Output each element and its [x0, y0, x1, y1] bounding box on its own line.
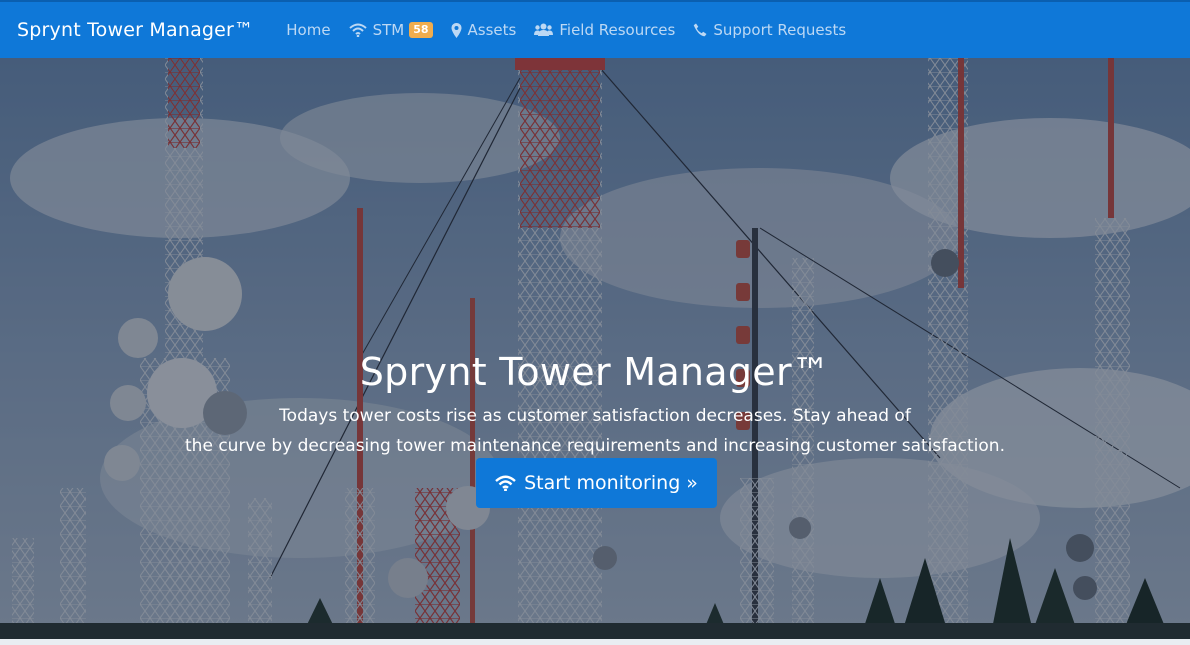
hero-description-line-2: the curve by decreasing tower maintenanc…: [185, 436, 1005, 456]
start-monitoring-label: Start monitoring »: [524, 472, 698, 494]
users-icon: [534, 23, 554, 36]
nav-home-label: Home: [286, 21, 331, 39]
map-marker-icon: [451, 22, 462, 38]
nav-assets-label: Assets: [467, 21, 517, 39]
main-nav: Home STM 58 Assets Field Resources Suppo…: [277, 21, 855, 39]
nav-home[interactable]: Home: [277, 21, 339, 39]
nav-assets[interactable]: Assets: [442, 21, 526, 39]
nav-stm-label: STM: [372, 21, 405, 39]
nav-support-requests[interactable]: Support Requests: [684, 21, 855, 39]
nav-support-requests-label: Support Requests: [713, 21, 847, 39]
brand-logo[interactable]: Sprynt Tower Manager™: [17, 19, 253, 41]
stm-count-badge: 58: [409, 22, 433, 38]
nav-field-resources-label: Field Resources: [559, 21, 676, 39]
phone-icon: [694, 23, 707, 37]
wifi-icon: [495, 475, 516, 491]
top-navbar: Sprynt Tower Manager™ Home STM 58 Assets: [0, 0, 1190, 58]
start-monitoring-button[interactable]: Start monitoring »: [476, 458, 717, 508]
page-bottom-strip: [0, 639, 1190, 645]
nav-stm[interactable]: STM 58: [340, 21, 442, 39]
hero-description-line-1: Todays tower costs rise as customer sati…: [279, 406, 911, 426]
hero-description: Todays tower costs rise as customer sati…: [180, 401, 1010, 461]
wifi-icon: [348, 23, 367, 37]
nav-field-resources[interactable]: Field Resources: [525, 21, 684, 39]
hero-dark-overlay: [0, 58, 1190, 639]
hero-banner: Sprynt Tower Manager™ Todays tower costs…: [0, 58, 1190, 639]
hero-title: Sprynt Tower Manager™: [359, 350, 831, 394]
